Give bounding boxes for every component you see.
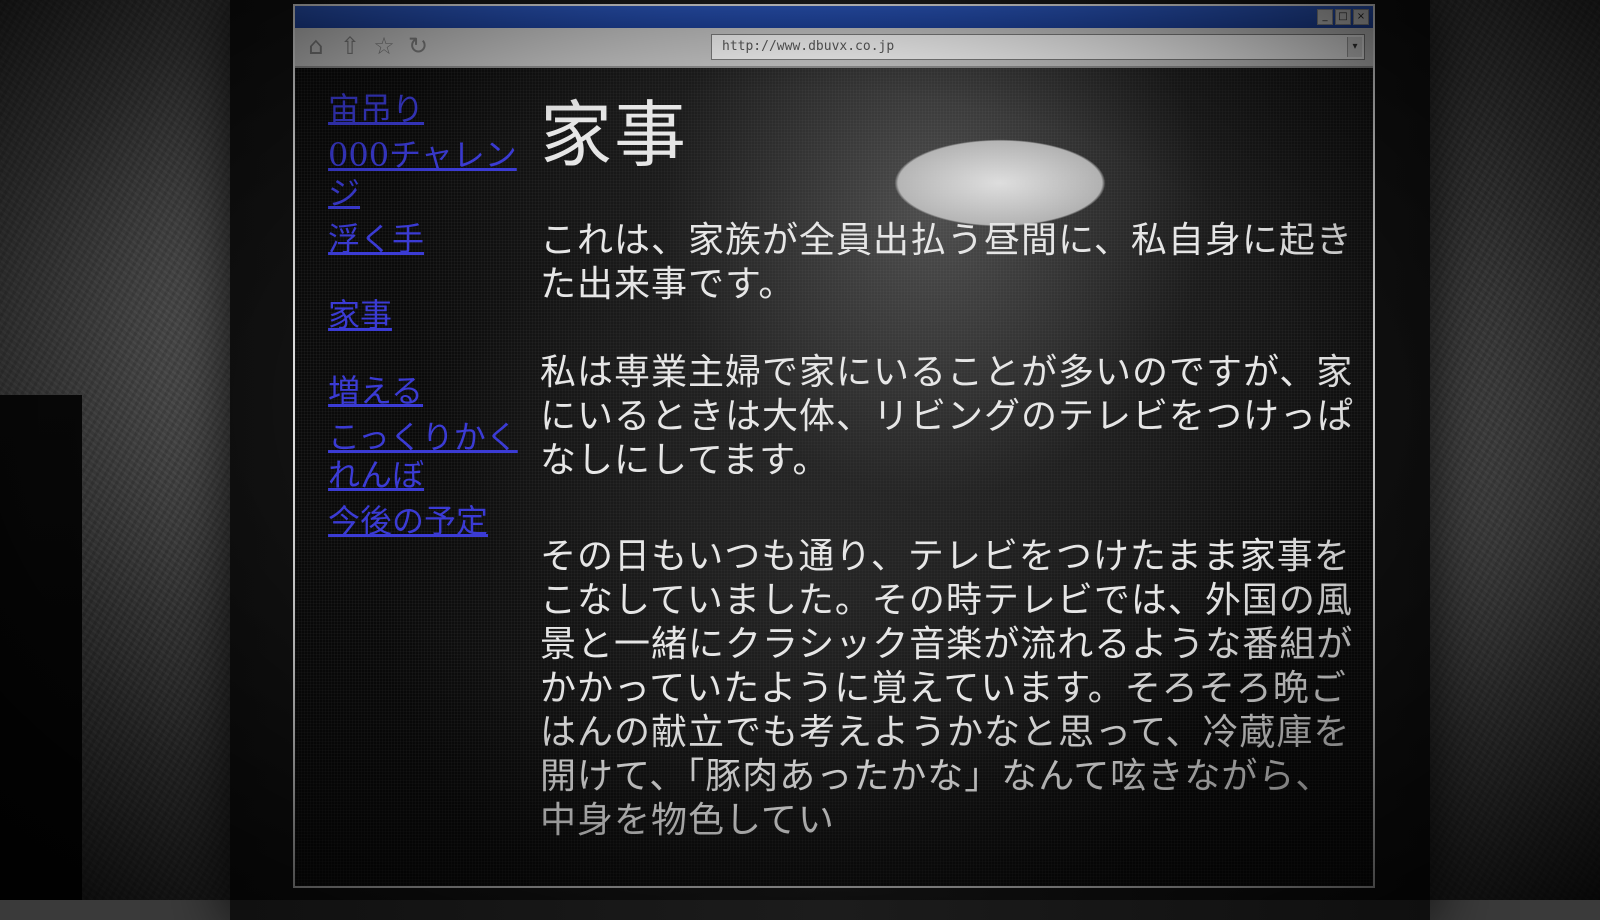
sidebar-item-kokkuri-hide-and-seek[interactable]: こっくりかくれんぼ: [328, 418, 518, 494]
article-paragraph: これは、家族が全員出払う昼間に、私自身に起きた出来事です。: [540, 220, 1353, 305]
page-title: 家事: [540, 93, 689, 177]
article-paragraph: 私は専業主婦で家にいることが多いのですが、家にいるときは大体、リビングのテレビを…: [540, 352, 1355, 481]
bookmark-icon[interactable]: ☆: [371, 32, 397, 60]
address-text: http://www.dbuvx.co.jp: [722, 39, 895, 54]
sidebar-item-floating-hand[interactable]: 浮く手: [328, 220, 518, 258]
minimize-icon[interactable]: _: [1317, 9, 1333, 25]
sidebar-item-000-challenge[interactable]: 000チャレンジ: [328, 136, 518, 212]
article-paragraph: その日もいつも通り、テレビをつけたまま家事をこなしていました。その時テレビでは、…: [540, 536, 1354, 841]
maximize-icon[interactable]: □: [1335, 9, 1351, 25]
up-icon[interactable]: ⇧: [337, 32, 363, 60]
address-bar[interactable]: http://www.dbuvx.co.jp ▾: [711, 34, 1365, 60]
sidebar-item-increase[interactable]: 増える: [328, 372, 518, 410]
browser-toolbar: ⌂ ⇧ ☆ ↻ http://www.dbuvx.co.jp ▾: [295, 28, 1373, 68]
page-content: 宙吊り 000チャレンジ 浮く手 家事 増える こっくりかくれんぼ 今後の予定 …: [295, 68, 1373, 886]
sidebar-item-chuuduri[interactable]: 宙吊り: [328, 90, 518, 128]
article: 家事 これは、家族が全員出払う昼間に、私自身に起きた出来事です。 私は専業主婦で…: [540, 93, 1355, 886]
wall-shadow: [0, 395, 82, 900]
browser-window: _ □ × ⌂ ⇧ ☆ ↻ http://www.dbuvx.co.jp ▾ 宙…: [293, 4, 1375, 888]
sidebar-item-future-plans[interactable]: 今後の予定: [328, 502, 518, 540]
sidebar-nav: 宙吊り 000チャレンジ 浮く手 家事 増える こっくりかくれんぼ 今後の予定: [328, 90, 518, 548]
reload-icon[interactable]: ↻: [405, 32, 431, 60]
sidebar-item-housework[interactable]: 家事: [328, 296, 518, 334]
home-icon[interactable]: ⌂: [303, 32, 329, 60]
window-controls: _ □ ×: [1317, 9, 1369, 25]
close-icon[interactable]: ×: [1353, 9, 1369, 25]
address-dropdown-icon[interactable]: ▾: [1347, 37, 1362, 57]
title-bar[interactable]: _ □ ×: [295, 6, 1373, 28]
nav-icons: ⌂ ⇧ ☆ ↻: [303, 32, 431, 60]
